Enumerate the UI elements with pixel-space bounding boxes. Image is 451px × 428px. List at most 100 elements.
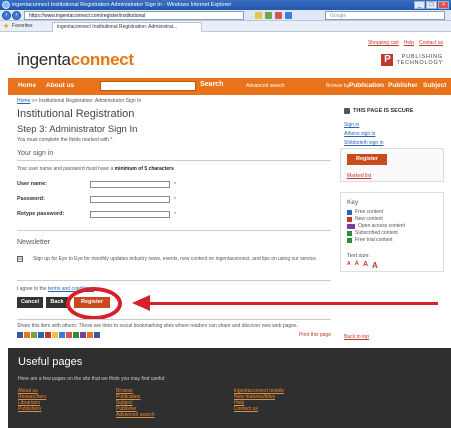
share-section: Share this item with others: These are l… (17, 319, 331, 345)
browser-tab[interactable]: ingentaconnect Institutional Registratio… (52, 22, 202, 32)
help-link[interactable]: Help (404, 40, 414, 46)
marked-list-link[interactable]: Marked list (347, 173, 371, 179)
print-page-link[interactable]: Print this page (299, 332, 331, 338)
key-item: Free trial content (347, 237, 393, 243)
footer-link[interactable]: Publishers (18, 406, 46, 412)
contact-us-link[interactable]: Contact us (419, 40, 443, 46)
shibboleth-sign-in-link[interactable]: Shibboleth sign in (344, 140, 383, 146)
key-item: Subscribed content (347, 230, 398, 236)
social-icon[interactable] (80, 332, 86, 338)
forward-arrow-icon[interactable]: › (12, 11, 21, 20)
sign-in-section-title: Your sign in (17, 150, 54, 157)
key-label: Subscribed content (355, 230, 398, 236)
site-logo[interactable]: ingentaconnect (17, 50, 134, 70)
key-item: Open access content (347, 223, 405, 229)
breadcrumb-current: >> Institutional Registration: Administr… (31, 98, 142, 104)
site-search-input[interactable] (100, 81, 196, 91)
password-label: Password: (17, 196, 45, 202)
browser-search-input[interactable]: Google (325, 11, 445, 20)
search-button[interactable]: Search (200, 81, 223, 88)
close-icon[interactable]: × (438, 1, 449, 9)
social-icon[interactable] (73, 332, 79, 338)
favorites-label[interactable]: Favorites (12, 21, 33, 32)
cancel-button[interactable]: Cancel (17, 297, 43, 308)
social-icon[interactable] (59, 332, 65, 338)
divider (17, 160, 331, 161)
social-icon[interactable] (45, 332, 51, 338)
back-to-top-link[interactable]: Back to top (344, 334, 369, 340)
browse-subject[interactable]: Subject (423, 82, 446, 89)
retype-password-input[interactable] (90, 211, 170, 218)
social-icon[interactable] (38, 332, 44, 338)
footer-link[interactable]: Contact us (234, 406, 284, 412)
url-field[interactable]: https://www.ingentaconnect.com/register/… (24, 11, 244, 20)
text-size-xlarge[interactable]: A (372, 261, 378, 270)
username-required-marker: * (174, 182, 176, 188)
password-input[interactable] (90, 196, 170, 203)
minimize-icon[interactable]: _ (414, 1, 425, 9)
sign-in-link[interactable]: Sign in (344, 122, 359, 128)
divider (17, 230, 331, 231)
divider (17, 280, 331, 281)
step-title: Step 3: Administrator Sign In (17, 124, 138, 135)
content-key: Key Free content New content Open access… (340, 192, 444, 272)
nav-home[interactable]: Home (18, 82, 36, 89)
favorites-star-icon[interactable]: ★ (3, 21, 9, 32)
retype-password-required-marker: * (174, 212, 176, 218)
key-label: Open access content (358, 223, 405, 229)
footer-column-1: About us Researchers Librarians Publishe… (18, 388, 46, 412)
publishing-technology-logo[interactable]: P PUBLISHING TECHNOLOGY (381, 54, 443, 66)
share-text: Share this item with others: These are l… (17, 323, 298, 329)
publishing-technology-mark-icon: P (381, 54, 394, 66)
shopping-cart-link[interactable]: Shopping cart (368, 40, 399, 46)
open-access-icon (347, 223, 355, 229)
register-box: Register Marked list (340, 148, 444, 182)
refresh-icon[interactable] (265, 12, 272, 19)
social-icon[interactable] (94, 332, 100, 338)
highlight-circle (66, 287, 122, 320)
newsletter-checkbox[interactable]: ☑ (17, 256, 23, 262)
social-icon[interactable] (66, 332, 72, 338)
text-size-medium[interactable]: A (355, 261, 359, 270)
newsletter-description: Sign up for Eye to Eye for monthly updat… (33, 256, 316, 262)
breadcrumb-home-link[interactable]: Home (17, 98, 30, 104)
social-icon[interactable] (31, 332, 37, 338)
nav-about-us[interactable]: About us (46, 82, 74, 89)
text-size-options: A A A A (347, 261, 378, 270)
bookmark-icon[interactable] (24, 332, 30, 338)
footer-link[interactable]: Advanced search (116, 412, 155, 418)
facebook-icon[interactable] (17, 332, 23, 338)
footer: Useful pages Here are a few pages on the… (8, 348, 451, 428)
sidebar-register-button[interactable]: Register (347, 154, 387, 165)
maximize-icon[interactable]: □ (426, 1, 437, 9)
window-title-bar: ingentaconnect Institutional Registratio… (0, 0, 451, 10)
annotation-arrow-line (148, 302, 438, 305)
text-size-large[interactable]: A (363, 261, 368, 270)
browse-publisher[interactable]: Publisher (388, 82, 418, 89)
back-arrow-icon[interactable]: ‹ (2, 11, 11, 20)
search-provider-icon[interactable] (285, 12, 292, 19)
lock-icon[interactable] (255, 12, 262, 19)
key-item: Free content (347, 209, 383, 215)
text-size-small[interactable]: A (347, 261, 351, 270)
social-icon[interactable] (52, 332, 58, 338)
advanced-search-link[interactable]: Advanced search (246, 83, 285, 89)
free-content-icon (347, 209, 352, 215)
social-icon[interactable] (87, 332, 93, 338)
publisher-line-2: TECHNOLOGY (396, 60, 443, 66)
stop-icon[interactable] (275, 12, 282, 19)
subscribed-content-icon (347, 230, 352, 236)
browse-publication[interactable]: Publication (349, 82, 384, 89)
username-input[interactable] (90, 181, 170, 188)
footer-description: Here are a few pages on the site that we… (18, 376, 166, 382)
window-title: ingentaconnect Institutional Registratio… (12, 2, 232, 8)
password-note-text: Your user name and password must have a (17, 166, 114, 172)
main-navigation-bar: Home About us Search Advanced search Bro… (8, 78, 451, 95)
athens-sign-in-link[interactable]: Athens sign in (344, 131, 375, 137)
social-icons (17, 332, 100, 338)
padlock-icon (344, 108, 350, 114)
agree-text: I agree to the (17, 286, 47, 292)
back-button[interactable]: Back (46, 297, 68, 308)
new-content-icon (347, 216, 352, 222)
footer-column-3: ingentaconnect mobile New features/title… (234, 388, 284, 412)
